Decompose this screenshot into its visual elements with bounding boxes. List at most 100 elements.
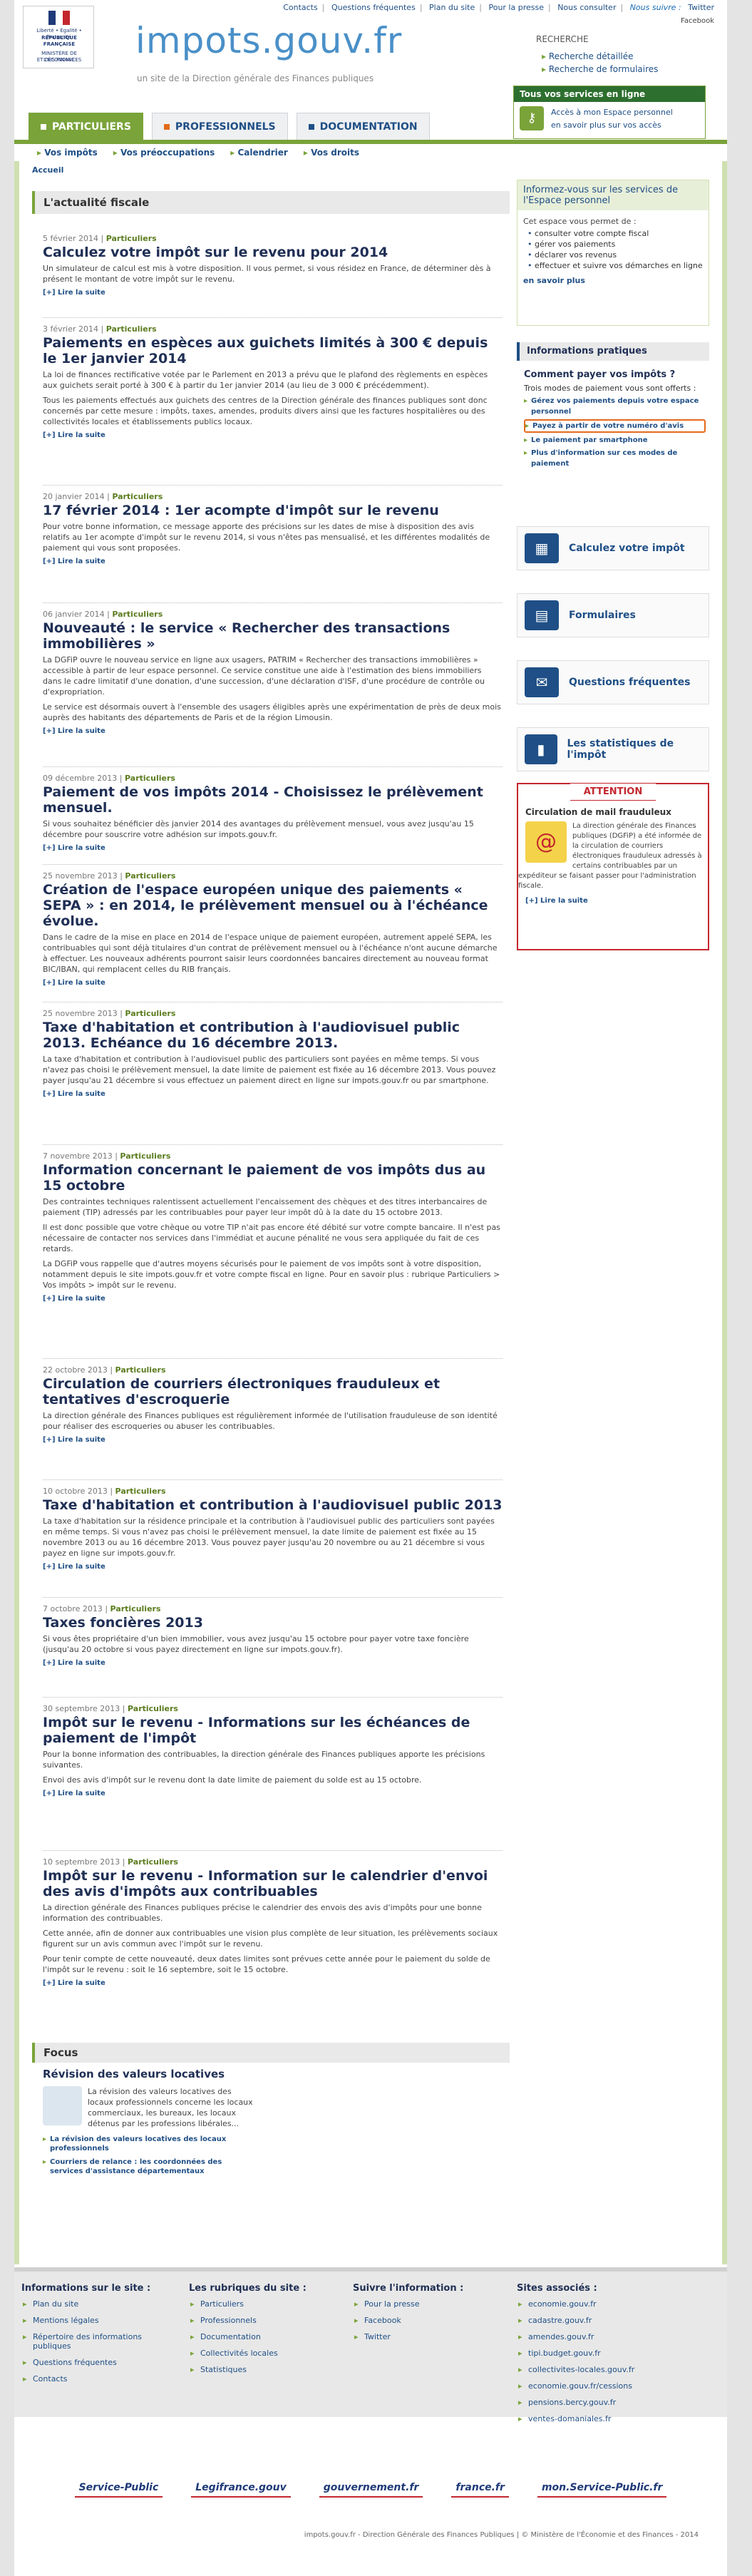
- espace-more-link[interactable]: en savoir plus: [523, 275, 703, 286]
- footer-link[interactable]: economie.gouv.fr/cessions: [517, 2381, 674, 2391]
- read-more-link[interactable]: Lire la suite: [43, 289, 503, 297]
- toplink-faq[interactable]: Questions fréquentes: [331, 3, 416, 12]
- logo-service-public[interactable]: Service-Public: [74, 2479, 163, 2498]
- read-more-link[interactable]: Lire la suite: [43, 1295, 503, 1303]
- logo-legifrance[interactable]: Legifrance.gouv: [191, 2479, 291, 2498]
- access-info-link[interactable]: en savoir plus sur vos accès: [551, 120, 661, 130]
- footer-link[interactable]: Plan du site: [21, 2299, 178, 2309]
- read-more-link[interactable]: Lire la suite: [43, 1790, 503, 1797]
- tab-documentation[interactable]: DOCUMENTATION: [296, 113, 430, 140]
- footer-link[interactable]: cadastre.gouv.fr: [517, 2316, 674, 2325]
- article-title[interactable]: Taxe d'habitation et contribution à l'au…: [43, 1020, 503, 1051]
- focus-title[interactable]: Révision des valeurs locatives: [43, 2068, 257, 2080]
- republique-logo[interactable]: Liberté • Égalité • Fraternité RÉPUBLIQU…: [23, 6, 94, 68]
- payment-link[interactable]: Gérez vos paiements depuis votre espace …: [524, 396, 706, 417]
- facebook-link[interactable]: Facebook: [671, 17, 714, 25]
- article-title[interactable]: Information concernant le paiement de vo…: [43, 1162, 503, 1194]
- footer-link[interactable]: Twitter: [353, 2332, 510, 2341]
- tab-particuliers[interactable]: PARTICULIERS: [29, 113, 143, 140]
- footer-link[interactable]: Professionnels: [189, 2316, 346, 2325]
- article-category[interactable]: Particuliers: [128, 1857, 178, 1867]
- toplink-sitemap[interactable]: Plan du site: [429, 3, 475, 12]
- article-category[interactable]: Particuliers: [125, 871, 175, 881]
- read-more-link[interactable]: Lire la suite: [43, 1563, 503, 1571]
- article-category[interactable]: Particuliers: [112, 492, 163, 501]
- subnav-droits[interactable]: Vos droits: [304, 148, 359, 158]
- article-category[interactable]: Particuliers: [120, 1151, 170, 1161]
- article-title[interactable]: Création de l'espace européen unique des…: [43, 882, 503, 929]
- footer-link[interactable]: amendes.gouv.fr: [517, 2332, 674, 2341]
- espace-personnel-link[interactable]: Accès à mon Espace personnel: [551, 108, 673, 117]
- article-title[interactable]: Taxe d'habitation et contribution à l'au…: [43, 1497, 503, 1513]
- article-category[interactable]: Particuliers: [128, 1704, 178, 1713]
- footer-link[interactable]: Questions fréquentes: [21, 2358, 178, 2367]
- focus-link[interactable]: La révision des valeurs locatives des lo…: [43, 2135, 257, 2153]
- shortcut-calculez[interactable]: ▦ Calculez votre impôt: [517, 526, 709, 570]
- article-title[interactable]: Paiement de vos impôts 2014 - Choisissez…: [43, 784, 503, 816]
- logo-gouvernement[interactable]: gouvernement.fr: [319, 2479, 423, 2498]
- footer-link[interactable]: Collectivités locales: [189, 2349, 346, 2358]
- payment-link-highlighted[interactable]: Payez à partir de votre numéro d'avis: [524, 419, 706, 433]
- read-more-link[interactable]: Lire la suite: [43, 431, 503, 439]
- article-title[interactable]: Paiements en espèces aux guichets limité…: [43, 335, 503, 366]
- site-brand[interactable]: impots.gouv.fr: [135, 20, 402, 61]
- article-title[interactable]: Nouveauté : le service « Rechercher des …: [43, 620, 503, 652]
- read-more-link[interactable]: Lire la suite: [43, 1979, 503, 1987]
- toplink-press[interactable]: Pour la presse: [488, 3, 544, 12]
- forms-search-link[interactable]: Recherche de formulaires: [542, 63, 659, 76]
- read-more-link[interactable]: Lire la suite: [43, 1659, 503, 1667]
- footer-link[interactable]: pensions.bercy.gouv.fr: [517, 2398, 674, 2407]
- footer-link[interactable]: collectivites-locales.gouv.fr: [517, 2365, 674, 2374]
- read-more-link[interactable]: Lire la suite: [43, 1090, 503, 1098]
- toplink-contacts[interactable]: Contacts: [283, 3, 318, 12]
- subnav-calendrier[interactable]: Calendrier: [230, 148, 287, 158]
- article-category[interactable]: Particuliers: [125, 1009, 175, 1018]
- footer-link[interactable]: Particuliers: [189, 2299, 346, 2309]
- read-more-link[interactable]: Lire la suite: [43, 727, 503, 735]
- article-category[interactable]: Particuliers: [110, 1604, 161, 1613]
- attention-more-link[interactable]: [+] Lire la suite: [525, 897, 701, 905]
- footer-link[interactable]: Statistiques: [189, 2365, 346, 2374]
- shortcut-faq[interactable]: ✉ Questions fréquentes: [517, 660, 709, 704]
- article-title[interactable]: Calculez votre impôt sur le revenu pour …: [43, 245, 503, 260]
- footer-link[interactable]: Pour la presse: [353, 2299, 510, 2309]
- article-category[interactable]: Particuliers: [106, 324, 157, 334]
- logo-france[interactable]: france.fr: [451, 2479, 509, 2498]
- article-title[interactable]: Taxes foncières 2013: [43, 1615, 503, 1631]
- footer-link[interactable]: Contacts: [21, 2374, 178, 2383]
- toplink-consult[interactable]: Nous consulter: [557, 3, 616, 12]
- article-category[interactable]: Particuliers: [112, 610, 163, 619]
- article-title[interactable]: Impôt sur le revenu - Informations sur l…: [43, 1715, 503, 1746]
- read-more-link[interactable]: Lire la suite: [43, 1436, 503, 1444]
- subnav-preoccupations[interactable]: Vos préoccupations: [113, 148, 215, 158]
- read-more-link[interactable]: Lire la suite: [43, 979, 503, 987]
- footer-link[interactable]: Mentions légales: [21, 2316, 178, 2325]
- footer-link[interactable]: Répertoire des informations publiques: [21, 2332, 178, 2351]
- advanced-search-link[interactable]: Recherche détaillée: [542, 50, 658, 63]
- article-category[interactable]: Particuliers: [125, 774, 175, 783]
- footer-link[interactable]: tipi.budget.gouv.fr: [517, 2349, 674, 2358]
- footer-link[interactable]: Documentation: [189, 2332, 346, 2341]
- article-title[interactable]: Circulation de courriers électroniques f…: [43, 1376, 503, 1407]
- article-category[interactable]: Particuliers: [115, 1487, 166, 1496]
- shortcut-statistiques[interactable]: ▮ Les statistiques de l'impôt: [517, 727, 709, 771]
- article-category[interactable]: Particuliers: [115, 1365, 166, 1375]
- article-category[interactable]: Particuliers: [106, 234, 157, 243]
- payment-link[interactable]: Plus d'information sur ces modes de paie…: [524, 448, 706, 469]
- article-title[interactable]: Impôt sur le revenu - Information sur le…: [43, 1868, 503, 1899]
- article-text: Envoi des avis d'impôt sur le revenu don…: [43, 1775, 422, 1785]
- subnav-impots[interactable]: Vos impôts: [37, 148, 98, 158]
- footer-link[interactable]: economie.gouv.fr: [517, 2299, 674, 2309]
- read-more-link[interactable]: Lire la suite: [43, 558, 503, 565]
- tab-professionnels[interactable]: PROFESSIONNELS: [151, 113, 288, 140]
- footer-link[interactable]: Facebook: [353, 2316, 510, 2325]
- payment-link[interactable]: Le paiement par smartphone: [524, 435, 706, 446]
- twitter-link[interactable]: Twitter: [688, 3, 714, 12]
- footer-link[interactable]: ventes-domaniales.fr: [517, 2414, 674, 2423]
- focus-link[interactable]: Courriers de relance : les coordonnées d…: [43, 2157, 257, 2176]
- read-more-link[interactable]: Lire la suite: [43, 844, 503, 852]
- logo-mon-service-public[interactable]: mon.Service-Public.fr: [537, 2479, 667, 2498]
- article-title[interactable]: 17 février 2014 : 1er acompte d'impôt su…: [43, 503, 503, 518]
- shortcut-formulaires[interactable]: ▤ Formulaires: [517, 593, 709, 637]
- breadcrumb[interactable]: Accueil: [32, 165, 63, 175]
